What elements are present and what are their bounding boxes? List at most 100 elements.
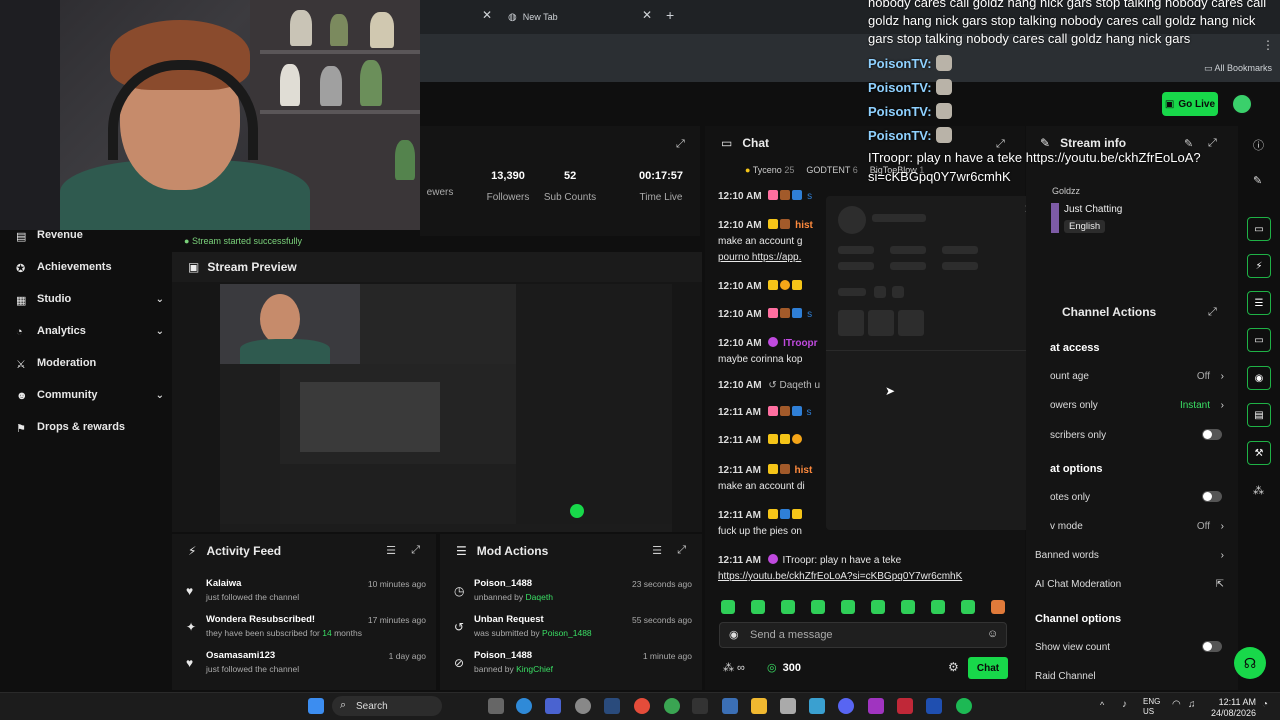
emote-icon[interactable] [991, 600, 1005, 614]
emoji-icon[interactable]: ☺ [987, 628, 998, 640]
taskbar-clock[interactable]: 12:11 AM 24/08/2026 [1208, 697, 1256, 719]
channel-points[interactable]: ◎ 300 [767, 661, 801, 675]
close-icon[interactable]: ✕ [642, 8, 652, 22]
chevron-right-icon: › [1220, 550, 1224, 561]
badge-icon [779, 464, 790, 474]
chrome-icon[interactable] [634, 698, 650, 714]
raid-channel-action[interactable]: Raid Channel [1035, 671, 1224, 682]
task-view-icon[interactable] [488, 698, 504, 714]
browser-tab-new[interactable]: ◍ New Tab [508, 6, 558, 28]
slow-mode-icon[interactable]: ⁂ ∞ [723, 661, 745, 674]
reply-icon[interactable]: ◉ [729, 628, 739, 641]
close-icon[interactable]: ✕ [482, 8, 492, 22]
chat-message[interactable]: 12:11 AM ITroopr: play n have a teke htt… [718, 553, 1018, 585]
volume-icon[interactable]: ♫ [1188, 699, 1196, 710]
store-icon[interactable] [780, 698, 796, 714]
epic-games-icon[interactable] [692, 698, 708, 714]
chat-send-button[interactable]: Chat [968, 657, 1008, 679]
sidebar-item-analytics[interactable]: ◔ Analytics ⌄ [16, 325, 166, 338]
app-icon[interactable] [926, 698, 942, 714]
filter-icon[interactable]: ☰ [386, 544, 396, 557]
rail-button-cards[interactable]: ▭ [1247, 217, 1271, 241]
xbox-icon[interactable] [664, 698, 680, 714]
discord-icon[interactable] [838, 698, 854, 714]
sidebar-item-studio[interactable]: ▦ Studio ⌄ [16, 293, 166, 307]
rail-button-tools[interactable]: ⚒ [1247, 441, 1271, 465]
badge-icon [768, 280, 779, 290]
gift-icon: ⚑ [16, 422, 26, 435]
list-item: ♥ Kalaiwa just followed the channel 10 m… [186, 578, 426, 602]
rail-button-chat[interactable]: ▭ [1247, 328, 1271, 352]
search-icon: ⌕ [340, 699, 347, 711]
sidebar-item-community[interactable]: ☻ Community ⌄ [16, 389, 166, 402]
emote-icon[interactable] [811, 600, 825, 614]
gear-icon[interactable]: ⚙ [948, 660, 959, 674]
ban-icon: ⊘ [454, 656, 465, 670]
emote-icon[interactable] [871, 600, 885, 614]
pencil-icon[interactable]: ✎ [1253, 174, 1262, 187]
language-indicator[interactable]: ENG US [1143, 697, 1160, 717]
expand-icon[interactable]: ⤢ [411, 544, 420, 557]
rail-button-broadcast[interactable]: ◉ [1247, 366, 1271, 390]
sidebar-item-revenue[interactable]: ▤ Revenue [16, 229, 83, 243]
expand-icon[interactable]: ⤢ [677, 544, 686, 557]
broadcast-icon: ◉ [1254, 372, 1264, 384]
clock-icon: ◷ [454, 584, 465, 598]
notification-icon[interactable]: ◔ [1262, 699, 1268, 710]
emote-icon[interactable] [841, 600, 855, 614]
stream-preview-video[interactable] [220, 284, 672, 532]
send-message-input[interactable]: Send a message [719, 622, 1007, 648]
rail-button-media[interactable]: ▤ [1247, 403, 1271, 427]
file-explorer-icon[interactable] [751, 698, 767, 714]
wifi-icon[interactable]: ◠ [1172, 699, 1181, 710]
filter-icon[interactable]: ☰ [652, 544, 662, 557]
expand-icon[interactable]: ⤢ [1208, 306, 1217, 319]
settings-icon[interactable] [722, 698, 738, 714]
rail-button-bolt[interactable]: ⚡ [1247, 254, 1271, 278]
app-icon[interactable] [809, 698, 825, 714]
community-icon[interactable]: ⁂ [1253, 484, 1264, 497]
badge-icon [792, 190, 803, 200]
followers-only-setting[interactable]: owers only Instant › [1050, 400, 1224, 411]
chevron-down-icon: ⌄ [155, 293, 164, 305]
emote-icon[interactable] [781, 600, 795, 614]
emote-icon[interactable] [751, 600, 765, 614]
subscribers-only-toggle[interactable] [1202, 429, 1222, 440]
app-icon[interactable] [545, 698, 561, 714]
rail-button-list[interactable]: ☰ [1247, 291, 1271, 315]
help-button[interactable]: ☊ [1234, 647, 1266, 679]
sidebar-item-drops-rewards[interactable]: ⚑ Drops & rewards [16, 421, 125, 435]
badge-icon [780, 308, 791, 318]
emote-icon[interactable] [961, 600, 975, 614]
media-icon: ▤ [1254, 409, 1264, 421]
app-icon[interactable] [868, 698, 884, 714]
sidebar-item-moderation[interactable]: ⚔ Moderation [16, 357, 96, 371]
emote-icon[interactable] [931, 600, 945, 614]
app-icon[interactable] [575, 698, 591, 714]
microphone-icon[interactable]: ♪ [1122, 699, 1127, 710]
account-age-setting[interactable]: ount age Off › [1050, 371, 1224, 382]
top-chatter[interactable]: GODTENT 6 [806, 165, 857, 175]
info-icon[interactable]: ⓘ [1253, 137, 1264, 153]
taskbar-search[interactable]: Search [332, 696, 442, 716]
new-tab-icon[interactable]: + [666, 7, 674, 23]
show-view-count-toggle[interactable] [1202, 641, 1222, 652]
app-icon[interactable] [897, 698, 913, 714]
badge-icon [780, 190, 791, 200]
ai-chat-moderation-setting[interactable]: AI Chat Moderation ⇱ [1035, 579, 1224, 590]
expand-icon[interactable]: ⤢ [676, 138, 685, 151]
spotify-icon[interactable] [956, 698, 972, 714]
slow-mode-setting[interactable]: v mode Off › [1050, 521, 1224, 532]
sidebar-item-achievements[interactable]: ✪ Achievements [16, 261, 112, 275]
emote-icon[interactable] [721, 600, 735, 614]
heart-icon: ♥ [186, 584, 194, 598]
emotes-only-toggle[interactable] [1202, 491, 1222, 502]
banned-words-setting[interactable]: Banned words › [1035, 550, 1224, 561]
windows-start-icon[interactable] [308, 698, 324, 714]
chevron-up-icon[interactable]: ^ [1100, 700, 1104, 710]
top-chatter[interactable]: ● Tyceno 25 [745, 165, 794, 175]
edge-icon[interactable] [516, 698, 532, 714]
steam-icon[interactable] [604, 698, 620, 714]
emote-icon[interactable] [901, 600, 915, 614]
crown-icon [792, 280, 803, 290]
